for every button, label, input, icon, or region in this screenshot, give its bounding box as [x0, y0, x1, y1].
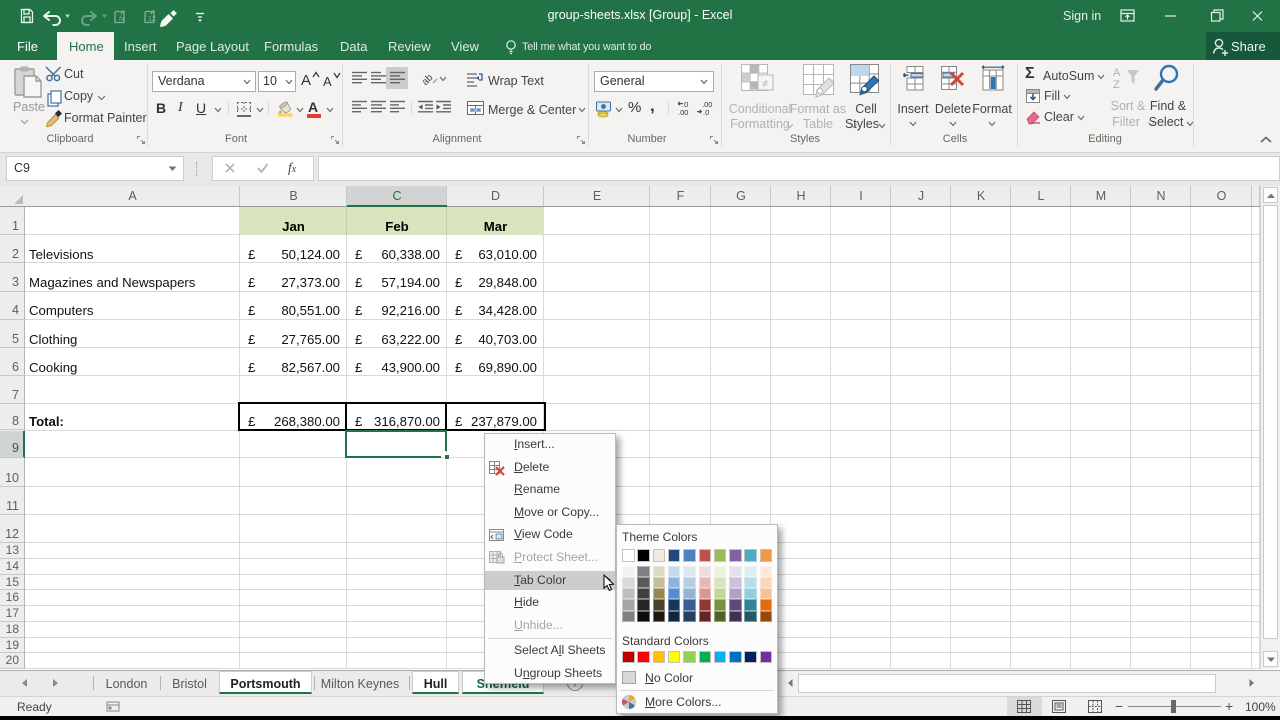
svg-text:.00: .00 [678, 108, 688, 117]
svg-text:ab: ab [420, 72, 436, 88]
svg-text:Z: Z [1113, 79, 1120, 91]
svg-text:.0: .0 [703, 108, 709, 117]
svg-text:≠: ≠ [762, 78, 768, 90]
svg-text:A: A [1113, 67, 1121, 79]
